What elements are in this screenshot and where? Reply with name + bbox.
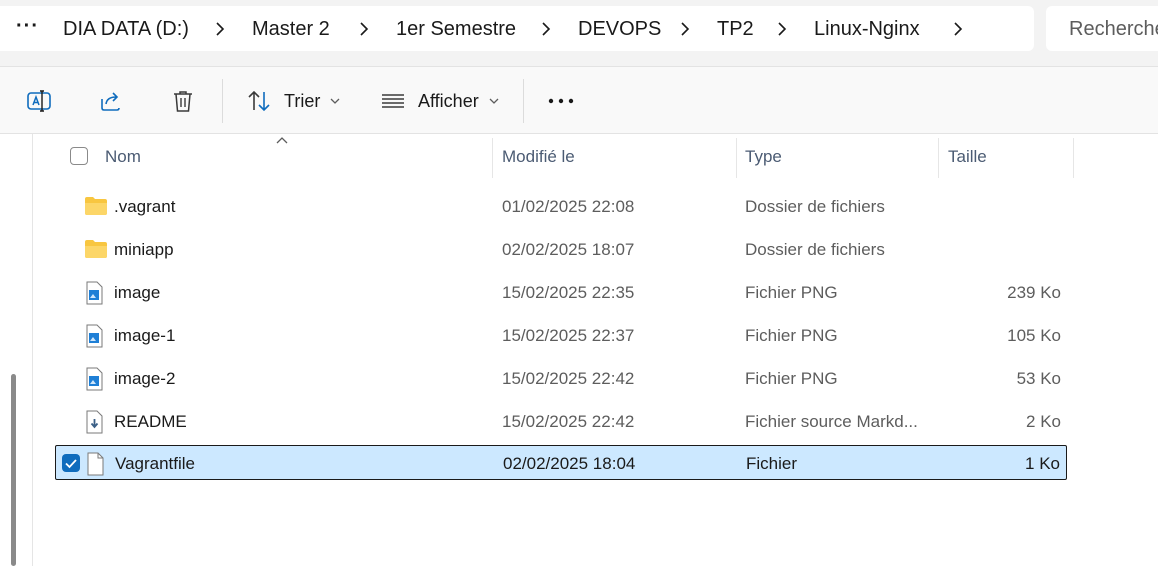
- delete-icon: [174, 91, 192, 112]
- row-checkbox-checked[interactable]: [62, 454, 80, 472]
- file-type: Fichier: [746, 454, 798, 473]
- image-file-icon: [86, 281, 103, 305]
- breadcrumb-item-linux-nginx[interactable]: Linux-Nginx: [814, 17, 920, 41]
- chevron-right-icon[interactable]: [537, 20, 555, 38]
- file-size: 1 Ko: [1025, 454, 1060, 473]
- address-area: ··· DIA DATA (D:) Master 2 1er Semestre …: [0, 0, 1158, 66]
- search-input[interactable]: [1069, 17, 1158, 41]
- sort-icon: [248, 90, 270, 112]
- view-label: Afficher: [418, 90, 479, 111]
- file-name: .vagrant: [114, 197, 176, 216]
- file-name: miniapp: [114, 240, 174, 259]
- chevron-right-icon[interactable]: [773, 20, 791, 38]
- breadcrumb-item-master2[interactable]: Master 2: [252, 17, 330, 41]
- breadcrumb-item-drive[interactable]: DIA DATA (D:): [63, 17, 189, 41]
- column-size[interactable]: Taille: [948, 147, 987, 167]
- file-type: Dossier de fichiers: [745, 240, 885, 259]
- column-divider[interactable]: [492, 138, 493, 178]
- folder-icon: [85, 240, 107, 258]
- column-header: Nom Modifié le Type Taille: [33, 134, 1074, 180]
- column-type[interactable]: Type: [745, 147, 782, 167]
- file-modified: 02/02/2025 18:04: [503, 454, 636, 473]
- navigation-pane: [0, 134, 33, 566]
- column-divider[interactable]: [736, 138, 737, 178]
- file-type: Fichier PNG: [745, 283, 838, 302]
- file-name: image: [114, 283, 161, 302]
- chevron-right-icon[interactable]: [949, 20, 967, 38]
- more-icon: [548, 98, 574, 104]
- file-modified: 15/02/2025 22:42: [502, 412, 635, 431]
- breadcrumb-item-devops[interactable]: DEVOPS: [578, 17, 661, 41]
- file-type: Fichier PNG: [745, 326, 838, 345]
- chevron-down-icon: [489, 98, 499, 104]
- sort-button[interactable]: Trier: [246, 87, 340, 115]
- command-bar: Trier Afficher: [0, 66, 1158, 134]
- column-divider[interactable]: [938, 138, 939, 178]
- view-button[interactable]: Afficher: [380, 87, 499, 115]
- file-list: Nom Modifié le Type Taille .vagrant 01/0…: [33, 134, 1158, 566]
- chevron-right-icon[interactable]: [676, 20, 694, 38]
- file-modified: 01/02/2025 22:08: [502, 197, 635, 216]
- file-name: image-1: [114, 326, 176, 345]
- rename-button[interactable]: [25, 87, 53, 115]
- breadcrumb-more-button[interactable]: ···: [16, 14, 39, 38]
- column-name[interactable]: Nom: [105, 147, 141, 167]
- breadcrumb[interactable]: ··· DIA DATA (D:) Master 2 1er Semestre …: [0, 6, 1034, 51]
- more-options-button[interactable]: [546, 87, 576, 115]
- file-name: README: [114, 412, 187, 431]
- file-row-selected[interactable]: Vagrantfile 02/02/2025 18:04 Fichier 1 K…: [55, 445, 1067, 480]
- file-size: 239 Ko: [1007, 283, 1061, 302]
- file-modified: 15/02/2025 22:35: [502, 283, 635, 302]
- folder-icon: [85, 197, 107, 215]
- column-divider[interactable]: [1073, 138, 1074, 178]
- file-type: Fichier PNG: [745, 369, 838, 388]
- file-row[interactable]: image-1 15/02/2025 22:37 Fichier PNG 105…: [55, 318, 1067, 353]
- file-row[interactable]: image-2 15/02/2025 22:42 Fichier PNG 53 …: [55, 361, 1067, 396]
- markdown-file-icon: [86, 410, 103, 434]
- file-row[interactable]: README 15/02/2025 22:42 Fichier source M…: [55, 404, 1067, 439]
- share-icon: [101, 92, 120, 111]
- file-modified: 15/02/2025 22:42: [502, 369, 635, 388]
- sort-ascending-icon: [276, 137, 288, 144]
- file-row[interactable]: .vagrant 01/02/2025 22:08 Dossier de fic…: [55, 189, 1067, 224]
- file-size: 2 Ko: [1026, 412, 1061, 431]
- toolbar-divider: [222, 79, 223, 123]
- share-button[interactable]: [97, 87, 125, 115]
- image-file-icon: [86, 367, 103, 391]
- column-modified[interactable]: Modifié le: [502, 147, 575, 167]
- breadcrumb-item-semestre[interactable]: 1er Semestre: [396, 17, 516, 41]
- file-row[interactable]: image 15/02/2025 22:35 Fichier PNG 239 K…: [55, 275, 1067, 310]
- file-type: Fichier source Markd...: [745, 412, 918, 431]
- search-box[interactable]: [1046, 6, 1158, 51]
- file-modified: 02/02/2025 18:07: [502, 240, 635, 259]
- file-name: Vagrantfile: [115, 454, 196, 473]
- breadcrumb-item-tp2[interactable]: TP2: [717, 17, 754, 41]
- chevron-down-icon: [330, 98, 340, 104]
- blank-file-icon: [87, 452, 104, 476]
- file-size: 53 Ko: [1016, 369, 1061, 388]
- checkmark-icon: [65, 459, 77, 469]
- file-type: Dossier de fichiers: [745, 197, 885, 216]
- file-size: 105 Ko: [1007, 326, 1061, 345]
- chevron-right-icon[interactable]: [211, 20, 229, 38]
- select-all-checkbox[interactable]: [70, 147, 88, 165]
- sort-label: Trier: [284, 90, 321, 111]
- delete-button[interactable]: [169, 87, 197, 115]
- file-name: image-2: [114, 369, 176, 388]
- chevron-right-icon[interactable]: [355, 20, 373, 38]
- rename-icon: [27, 90, 51, 112]
- file-modified: 15/02/2025 22:37: [502, 326, 635, 345]
- file-row[interactable]: miniapp 02/02/2025 18:07 Dossier de fich…: [55, 232, 1067, 267]
- image-file-icon: [86, 324, 103, 348]
- nav-scrollbar[interactable]: [11, 374, 16, 566]
- toolbar-divider: [523, 79, 524, 123]
- view-list-icon: [382, 94, 404, 108]
